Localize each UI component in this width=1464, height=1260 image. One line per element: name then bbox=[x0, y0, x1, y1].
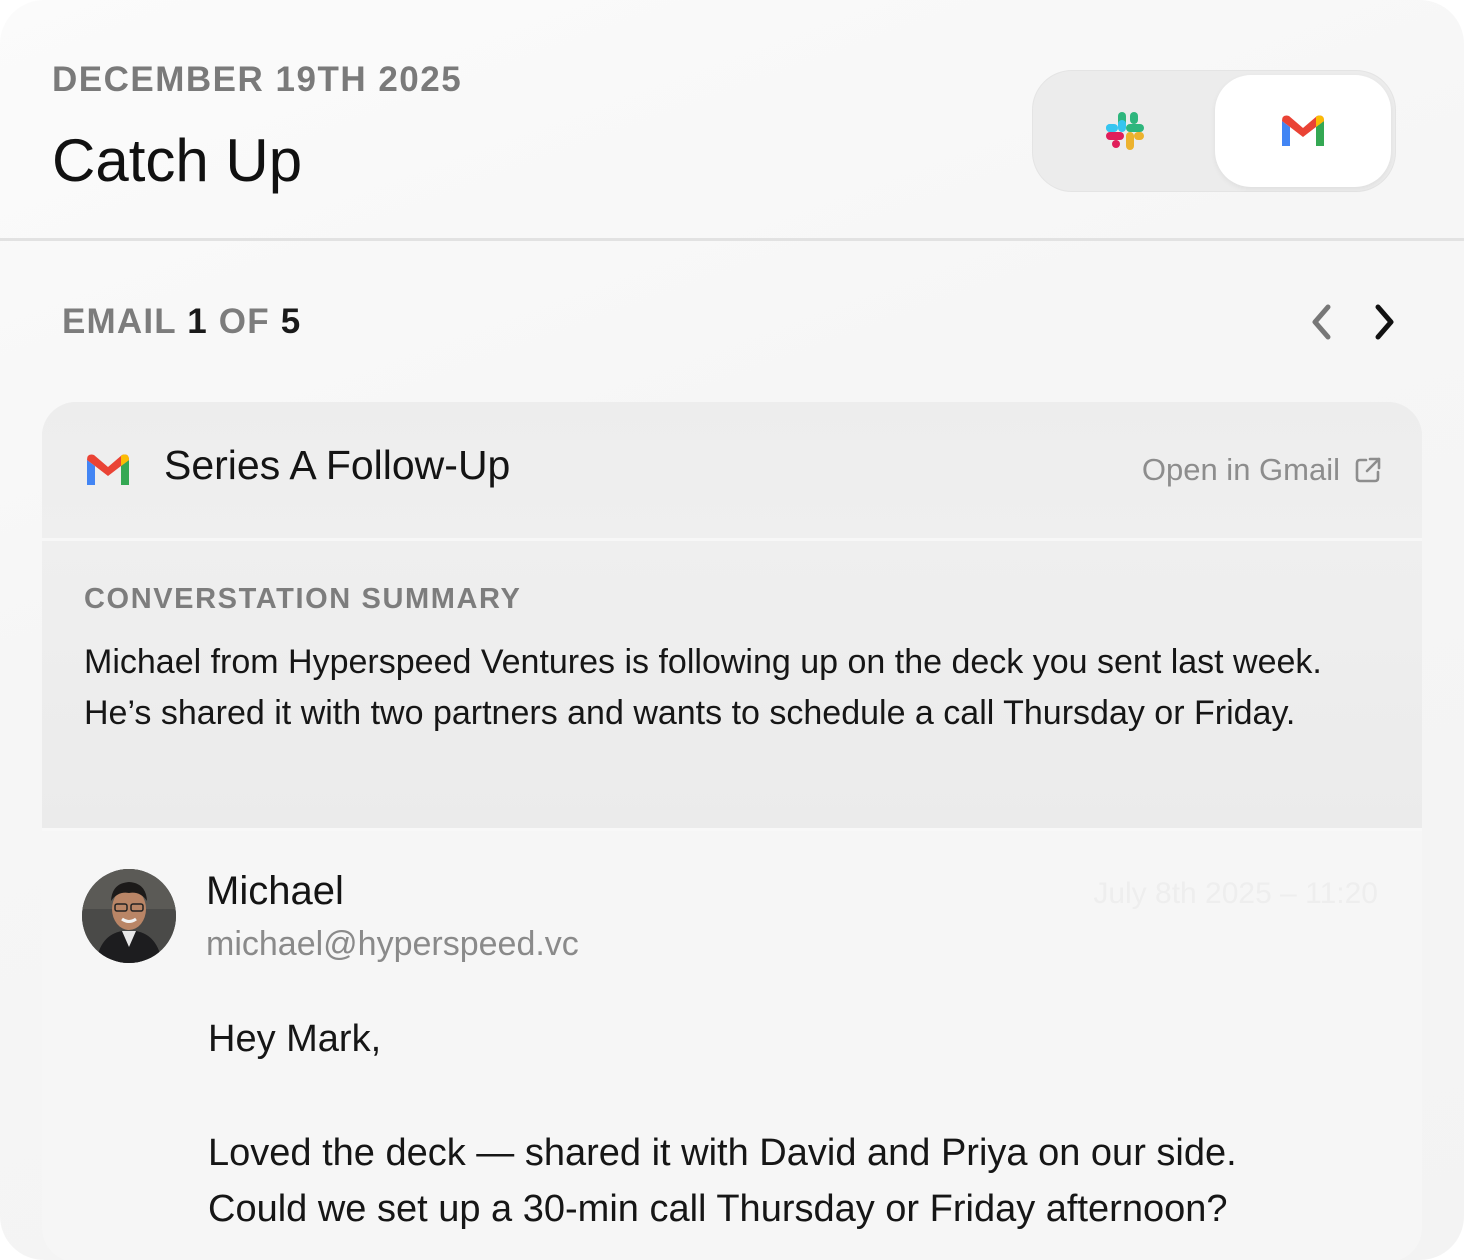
email-card: Series A Follow-Up Open in Gmail CONVERS… bbox=[42, 402, 1422, 1260]
chevron-right-icon bbox=[1375, 304, 1394, 340]
chevron-left-icon bbox=[1312, 304, 1331, 340]
counter-label: EMAIL bbox=[62, 302, 177, 341]
counter-current: 1 bbox=[187, 302, 208, 341]
message-line: Loved the deck — shared it with David an… bbox=[208, 1132, 1237, 1174]
email-subject: Series A Follow-Up bbox=[164, 442, 511, 488]
message-line: Could we set up a 30-min call Thursday o… bbox=[208, 1188, 1228, 1230]
sender-email: michael@hyperspeed.vc bbox=[206, 925, 579, 963]
slack-tab[interactable] bbox=[1037, 75, 1213, 187]
gmail-icon bbox=[84, 452, 132, 493]
counter-of: OF bbox=[218, 302, 270, 341]
page-title: Catch Up bbox=[52, 127, 303, 194]
message-greeting: Hey Mark, bbox=[208, 1018, 382, 1060]
sender-name: Michael bbox=[206, 869, 344, 913]
message-timestamp: July 8th 2025 – 11:20 bbox=[1093, 877, 1378, 910]
counter-total: 5 bbox=[280, 302, 302, 341]
external-link-icon bbox=[1355, 457, 1381, 483]
email-message: Michael michael@hyperspeed.vc July 8th 2… bbox=[42, 831, 1422, 1260]
email-header: Series A Follow-Up Open in Gmail bbox=[42, 402, 1422, 538]
header-divider bbox=[0, 238, 1464, 241]
summary-label: CONVERSTATION SUMMARY bbox=[84, 583, 522, 615]
email-counter: EMAIL 1 OF 5 bbox=[62, 302, 301, 342]
date-label: DECEMBER 19TH 2025 bbox=[52, 60, 463, 99]
avatar bbox=[82, 869, 176, 963]
summary-text: Michael from Hyperspeed Ventures is foll… bbox=[84, 643, 1322, 732]
open-in-gmail-link[interactable]: Open in Gmail bbox=[1142, 452, 1382, 488]
previous-email-button[interactable] bbox=[1300, 300, 1344, 344]
next-email-button[interactable] bbox=[1362, 300, 1406, 344]
slack-icon bbox=[1106, 112, 1144, 150]
gmail-icon bbox=[1282, 115, 1324, 146]
catch-up-panel: DECEMBER 19TH 2025 Catch Up EMAIL 1 OF 5… bbox=[0, 0, 1464, 1260]
source-switcher bbox=[1032, 70, 1396, 192]
gmail-tab[interactable] bbox=[1215, 75, 1391, 187]
message-body: Hey Mark, Loved the deck — shared it wit… bbox=[208, 1011, 1408, 1237]
conversation-summary: CONVERSTATION SUMMARY Michael from Hyper… bbox=[42, 541, 1422, 828]
open-in-gmail-label: Open in Gmail bbox=[1141, 452, 1340, 487]
